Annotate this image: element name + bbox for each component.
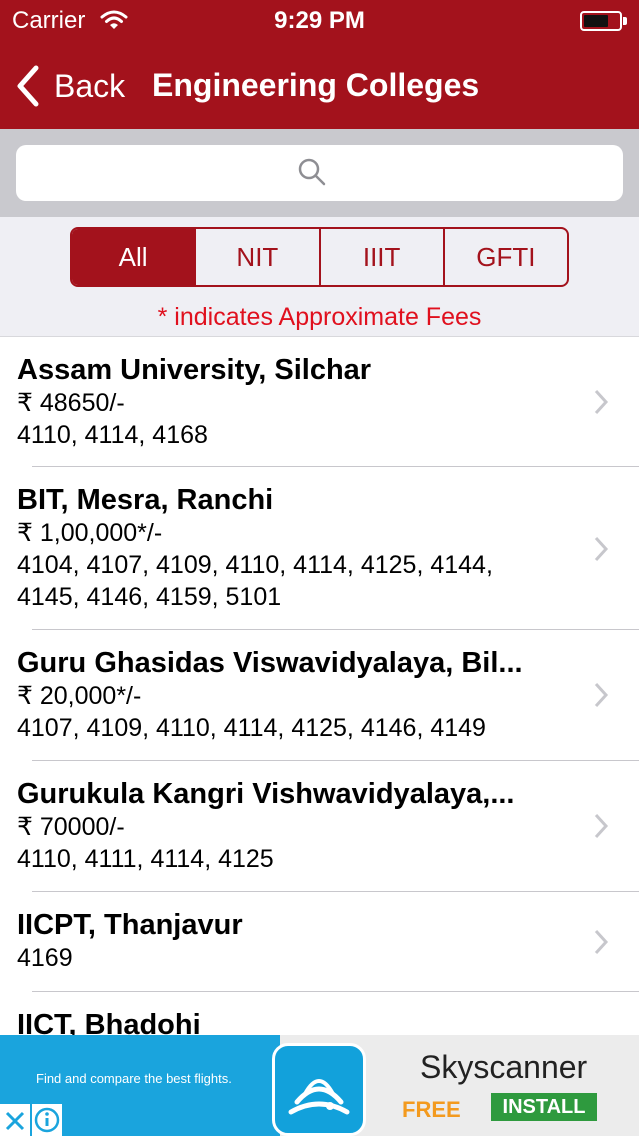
ad-free-label: FREE (402, 1097, 461, 1122)
status-time: 9:29 PM (274, 7, 365, 34)
college-row[interactable]: IICT, Bhadohi (0, 992, 639, 1035)
chevron-right-icon (594, 536, 609, 562)
segment-iiit[interactable]: IIIT (321, 229, 445, 285)
status-bar: Carrier 9:29 PM (0, 0, 639, 40)
college-fee: ₹ 70000/- (17, 813, 125, 841)
ad-install-button[interactable]: INSTALL (491, 1093, 597, 1121)
college-codes: 4107, 4109, 4110, 4114, 4125, 4146, 4149 (17, 714, 486, 742)
segment-gfti[interactable]: GFTI (445, 229, 567, 285)
ad-tagline: Find and compare the best flights. (36, 1071, 232, 1086)
ad-info-icon[interactable] (32, 1104, 62, 1136)
college-row[interactable]: Assam University, Silchar ₹ 48650/- 4110… (0, 337, 639, 467)
category-segmented-control: All NIT IIIT GFTI (70, 227, 569, 287)
college-name: IICT, Bhadohi (17, 1009, 201, 1035)
search-icon (298, 158, 326, 186)
ad-brand-name: Skyscanner (420, 1049, 588, 1085)
chevron-right-icon (594, 929, 609, 955)
college-fee: ₹ 48650/- (17, 389, 125, 417)
college-row[interactable]: BIT, Mesra, Ranchi ₹ 1,00,000*/- 4104, 4… (0, 467, 639, 630)
back-button[interactable]: Back (14, 64, 125, 108)
college-codes: 4110, 4114, 4168 (17, 421, 208, 449)
college-name: Assam University, Silchar (17, 354, 372, 386)
college-fee: ₹ 1,00,000*/- (17, 519, 163, 547)
chevron-right-icon (594, 682, 609, 708)
ad-banner[interactable]: Find and compare the best flights. Skysc… (0, 1035, 639, 1136)
top-bar: Carrier 9:29 PM Back Engineering College… (0, 0, 639, 129)
segment-all[interactable]: All (72, 229, 197, 285)
college-name: IICPT, Thanjavur (17, 909, 243, 941)
college-row[interactable]: Gurukula Kangri Vishwavidyalaya,... ₹ 70… (0, 761, 639, 892)
page-title: Engineering Colleges (152, 67, 480, 103)
college-row[interactable]: IICPT, Thanjavur 4169 (0, 892, 639, 992)
college-name: Gurukula Kangri Vishwavidyalaya,... (17, 778, 515, 810)
college-codes: 4110, 4111, 4114, 4125 (17, 845, 274, 873)
back-chevron-icon (17, 65, 39, 107)
filter-area: All NIT IIIT GFTI * indicates Approximat… (0, 217, 639, 337)
battery-icon (580, 11, 622, 31)
college-codes: 4169 (17, 944, 73, 972)
chevron-right-icon (594, 389, 609, 415)
college-list: Assam University, Silchar ₹ 48650/- 4110… (0, 337, 639, 1035)
segment-nit[interactable]: NIT (196, 229, 321, 285)
college-codes: 4104, 4107, 4109, 4110, 4114, 4125, 4144… (17, 551, 493, 579)
chevron-right-icon (594, 813, 609, 839)
college-codes: 4145, 4146, 4159, 5101 (17, 583, 282, 611)
search-bar (0, 129, 639, 217)
approximate-fees-note: * indicates Approximate Fees (157, 303, 482, 331)
back-label: Back (54, 67, 126, 104)
ad-close-icon[interactable] (0, 1104, 30, 1136)
college-row[interactable]: Guru Ghasidas Viswavidyalaya, Bil... ₹ 2… (0, 630, 639, 761)
college-name: BIT, Mesra, Ranchi (17, 484, 274, 516)
skyscanner-logo-icon (272, 1043, 366, 1136)
college-name: Guru Ghasidas Viswavidyalaya, Bil... (17, 647, 523, 679)
battery-tip (623, 17, 627, 25)
navigation-bar: Back Engineering Colleges (0, 40, 639, 129)
college-fee: ₹ 20,000*/- (17, 682, 142, 710)
